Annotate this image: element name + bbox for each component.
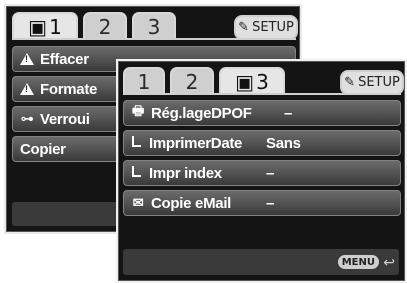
setup-button[interactable]: ✎ SETUP xyxy=(234,15,298,40)
tab-3[interactable]: ▣ 3 xyxy=(219,67,285,95)
menu-row-imprimer-date[interactable]: ImprimerDate Sans xyxy=(123,130,401,156)
menu-screen-front: 1 2 ▣ 3 ✎ SETUP 🖶 Rég.lageDPOF – Imprime… xyxy=(116,59,407,283)
setup-button[interactable]: ✎ SETUP xyxy=(340,70,404,95)
footer-bar: MENU ↩ xyxy=(123,249,399,275)
wrench-icon: ✎ xyxy=(238,20,250,35)
menu-row-reglage-dpof[interactable]: 🖶 Rég.lageDPOF – xyxy=(123,100,401,126)
printer-icon: 🖶 xyxy=(132,103,144,118)
tab-1[interactable]: ▣ 1 xyxy=(12,12,78,40)
tab-1[interactable]: 1 xyxy=(123,67,165,95)
sub-item-icon xyxy=(132,165,141,177)
menu-row-impr-index[interactable]: Impr index – xyxy=(123,160,401,186)
tab-2[interactable]: 2 xyxy=(170,67,214,95)
wrench-icon: ✎ xyxy=(344,75,356,90)
menu-row-copie-email[interactable]: ✉ Copie eMail – xyxy=(123,190,401,216)
tab-divider xyxy=(12,38,296,40)
warning-icon xyxy=(18,53,36,65)
envelope-icon: ✉ xyxy=(132,195,144,210)
tab-2[interactable]: 2 xyxy=(83,12,127,40)
tab-3[interactable]: 3 xyxy=(132,12,176,40)
return-arrow-icon: ↩ xyxy=(383,255,395,271)
tab-divider xyxy=(123,93,401,95)
sub-item-icon xyxy=(132,135,141,147)
playback-icon: ▣ xyxy=(235,70,255,94)
playback-icon: ▣ xyxy=(28,15,48,39)
menu-button[interactable]: MENU xyxy=(337,255,379,269)
warning-icon xyxy=(18,83,36,95)
key-icon: ⊶ xyxy=(20,111,34,127)
